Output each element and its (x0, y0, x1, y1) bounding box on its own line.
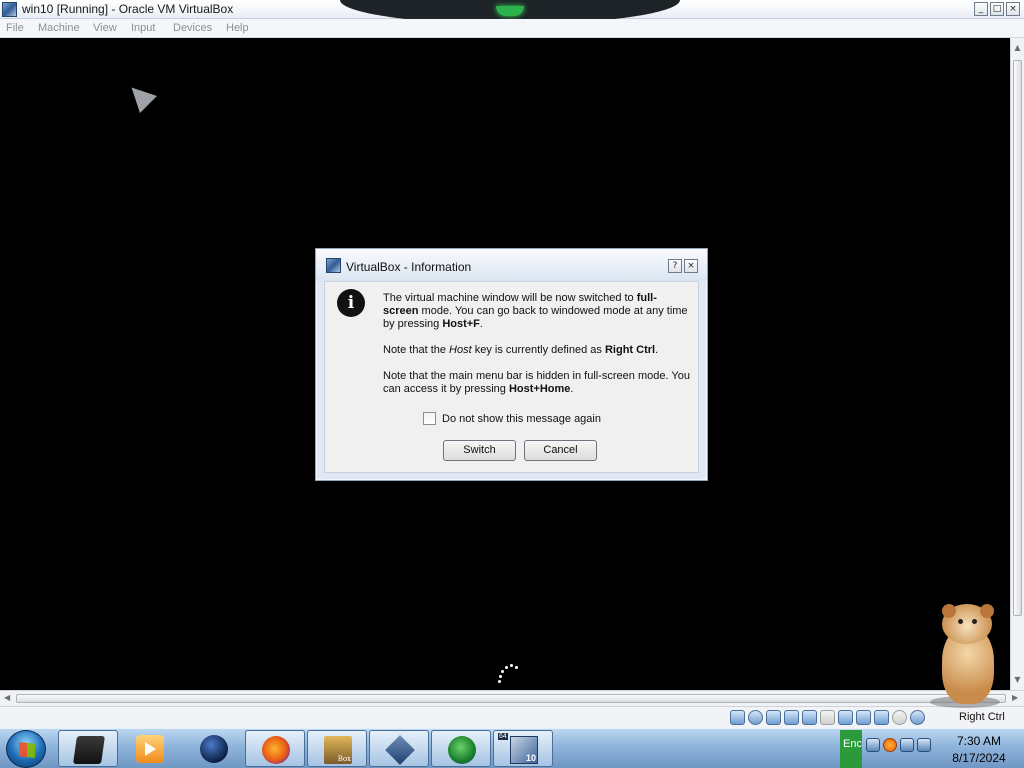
vm-arch-badge: 64 (498, 733, 508, 740)
dont-show-again-checkbox[interactable]: Do not show this message again (423, 412, 601, 425)
menu-view[interactable]: View (93, 22, 117, 34)
menu-input[interactable]: Input (131, 22, 155, 34)
clock-time: 7:30 AM (956, 734, 1002, 748)
media-player-icon (136, 735, 164, 763)
dialog-titlebar: VirtualBox - Information ? × (316, 249, 707, 281)
checkbox-label[interactable]: Do not show this message again (442, 413, 601, 425)
message-paragraph-2: Note that the Host key is currently defi… (383, 344, 659, 356)
cancel-button[interactable]: Cancel (524, 440, 597, 461)
message-paragraph-1: The virtual machine window will be now s… (383, 292, 688, 330)
vertical-scrollbar[interactable]: ▲ ▼ (1010, 38, 1024, 690)
vm-label: 10 (525, 753, 536, 763)
virtualbox-icon (326, 258, 341, 273)
scroll-up-icon[interactable]: ▲ (1011, 42, 1024, 54)
taskbar-game-app[interactable]: Box (307, 730, 367, 767)
keyboard-capture-icon[interactable] (910, 710, 925, 725)
tray-icons (866, 738, 931, 752)
taskbar-trash-app[interactable] (58, 730, 118, 767)
dialog-message: The virtual machine window will be now s… (383, 292, 691, 409)
menu-help[interactable]: Help (226, 22, 249, 34)
hamster-widget-image (928, 604, 1004, 708)
scroll-left-icon[interactable]: ◀ (4, 693, 10, 702)
loading-spinner-icon (496, 662, 520, 686)
checkbox-box[interactable] (423, 412, 436, 425)
taskbar-media-player-app[interactable] (120, 730, 180, 767)
mouse-integration-icon[interactable] (892, 710, 907, 725)
scroll-down-icon[interactable]: ▼ (1011, 674, 1024, 686)
virtualbox-manager-icon (385, 735, 415, 765)
horizontal-scroll-thumb[interactable] (16, 694, 1006, 703)
network-tray-icon[interactable] (866, 738, 880, 752)
taskbar-firefox-app[interactable] (245, 730, 305, 767)
menu-bar: File Machine View Input Devices Help (0, 19, 1024, 38)
information-icon: i (337, 289, 365, 317)
system-tray: Enc 7:30 AM 8/17/2024 (840, 730, 1024, 768)
minimize-button[interactable]: _ (974, 2, 988, 16)
game-icon-label: Box (337, 755, 351, 763)
status-indicators (730, 710, 925, 725)
firefox-tray-icon[interactable] (883, 738, 897, 752)
globe-icon (200, 735, 228, 763)
download-manager-icon (448, 736, 476, 764)
virtualbox-icon (2, 2, 17, 17)
windows-logo-icon (19, 742, 35, 758)
shared-folders-icon[interactable] (820, 710, 835, 725)
video-capture-icon[interactable] (856, 710, 871, 725)
vm-status-bar: Right Ctrl (0, 706, 1024, 728)
cpu-icon[interactable] (874, 710, 889, 725)
host-key-label: Right Ctrl (959, 711, 1005, 723)
network-icon[interactable] (784, 710, 799, 725)
firefox-icon (262, 736, 290, 764)
clock-date: 8/17/2024 (952, 751, 1006, 765)
hard-disk-icon[interactable] (730, 710, 745, 725)
maximize-button[interactable]: □ (990, 2, 1004, 16)
display-icon[interactable] (838, 710, 853, 725)
game-icon: Box (324, 736, 352, 764)
taskbar-clock[interactable]: 7:30 AM 8/17/2024 (936, 733, 1022, 767)
dialog-close-button[interactable]: × (684, 259, 698, 273)
start-button[interactable] (6, 730, 46, 768)
monitor-tray-icon[interactable] (900, 738, 914, 752)
optical-drive-icon[interactable] (748, 710, 763, 725)
status-led-icon (496, 6, 524, 16)
vm-window-icon: 10 (510, 736, 538, 764)
close-button[interactable]: × (1006, 2, 1020, 16)
trash-icon (73, 736, 105, 764)
dialog-title: VirtualBox - Information (346, 260, 472, 274)
switch-button[interactable]: Switch (443, 440, 516, 461)
dialog-body: i The virtual machine window will be now… (324, 281, 699, 473)
audio-icon[interactable] (766, 710, 781, 725)
scroll-right-icon[interactable]: ▶ (1012, 693, 1018, 702)
menu-devices[interactable]: Devices (173, 22, 212, 34)
taskbar-virtualbox-app[interactable] (369, 730, 429, 767)
vertical-scroll-thumb[interactable] (1013, 60, 1022, 616)
dialog-help-button[interactable]: ? (668, 259, 682, 273)
taskbar-vm-win10-app[interactable]: 10 64 (493, 730, 553, 767)
windows-taskbar: Box 10 64 Enc 7:30 AM 8/17/2024 (0, 728, 1024, 768)
window-title: win10 [Running] - Oracle VM VirtualBox (22, 2, 234, 16)
volume-tray-icon[interactable] (917, 738, 931, 752)
window-controls: _ □ × (974, 2, 1020, 16)
menu-machine[interactable]: Machine (38, 22, 80, 34)
menu-file[interactable]: File (6, 22, 24, 34)
taskbar-download-manager-app[interactable] (431, 730, 491, 767)
message-paragraph-3: Note that the main menu bar is hidden in… (383, 370, 690, 395)
mouse-pointer-icon (123, 79, 157, 113)
usb-icon[interactable] (802, 710, 817, 725)
language-indicator[interactable]: Enc (840, 730, 862, 768)
taskbar-globe-app[interactable] (184, 730, 244, 767)
information-dialog: VirtualBox - Information ? × i The virtu… (315, 248, 708, 481)
horizontal-scrollbar[interactable]: ◀ ▶ (0, 690, 1024, 706)
